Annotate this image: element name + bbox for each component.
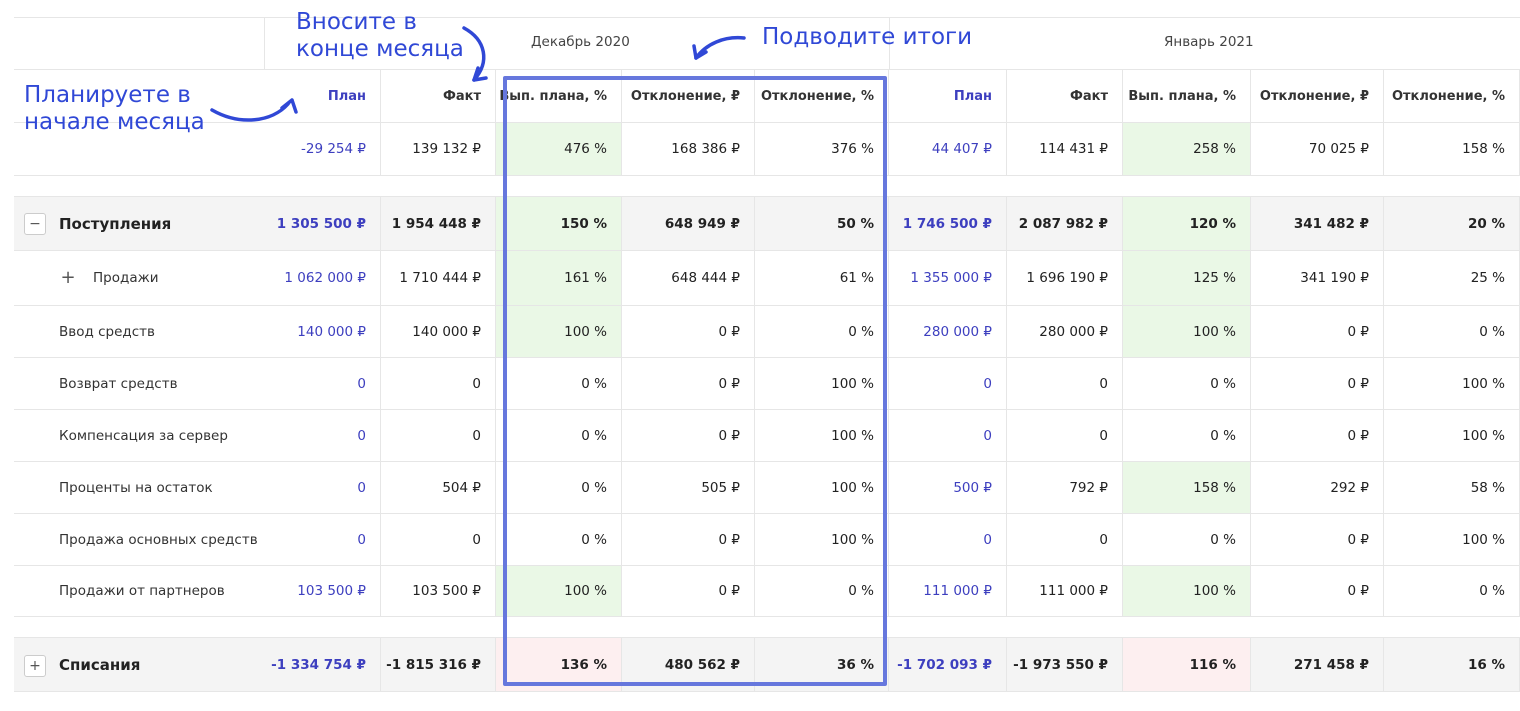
arrow-head-plan [280,98,298,114]
arrow-to-plan [210,102,290,122]
annotation-arrows [210,26,746,122]
arrow-to-fact [462,26,486,82]
